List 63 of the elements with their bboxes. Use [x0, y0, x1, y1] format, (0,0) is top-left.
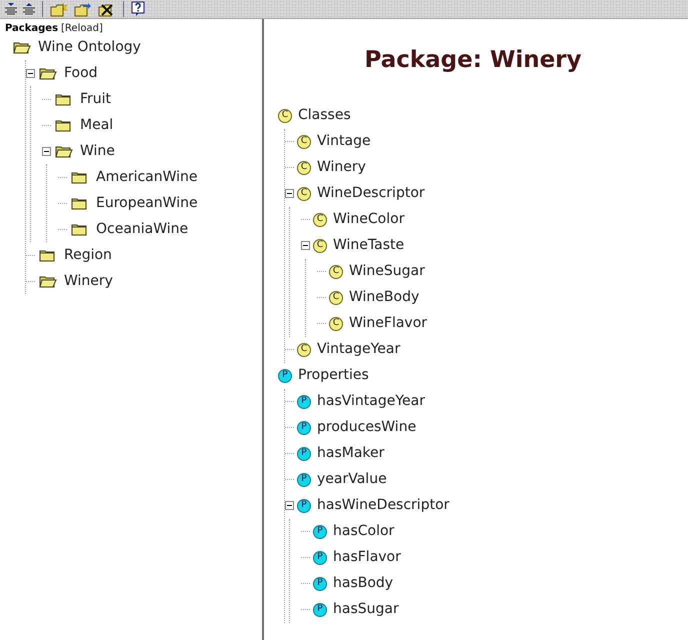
- collapse-all-icon[interactable]: [22, 2, 36, 16]
- class-tree-item[interactable]: VintageYear: [317, 339, 400, 360]
- class-icon: C: [313, 212, 327, 226]
- property-icon: P: [278, 368, 292, 382]
- class-tree-item[interactable]: Winery: [317, 157, 366, 178]
- package-tree-item[interactable]: OceaniaWine: [96, 218, 188, 240]
- class-icon: C: [297, 186, 311, 200]
- class-tree-item[interactable]: WineFlavor: [349, 313, 428, 334]
- property-tree-item[interactable]: hasFlavor: [333, 547, 401, 568]
- package-tree-item[interactable]: AmericanWine: [96, 166, 198, 188]
- property-tree-item[interactable]: hasVintageYear: [317, 391, 425, 412]
- panel-heading: Packages: [5, 22, 58, 36]
- property-tree-item[interactable]: producesWine: [317, 417, 416, 438]
- class-icon: C: [329, 316, 343, 330]
- class-tree-item[interactable]: WineColor: [333, 209, 404, 230]
- property-icon: P: [313, 576, 327, 590]
- package-tree-item[interactable]: Wine Ontology: [38, 36, 141, 58]
- property-icon: P: [297, 420, 311, 434]
- package-tree-item[interactable]: Food: [64, 62, 98, 84]
- property-icon: P: [297, 498, 311, 512]
- class-tree-item[interactable]: WineSugar: [349, 261, 425, 282]
- package-tree-item[interactable]: Fruit: [80, 88, 112, 110]
- property-icon: P: [297, 446, 311, 460]
- collapse-toggle-icon[interactable]: [285, 189, 294, 198]
- property-icon: P: [297, 472, 311, 486]
- class-tree-item[interactable]: WineTaste: [333, 235, 404, 256]
- reload-link[interactable]: [Reload]: [61, 21, 103, 36]
- class-icon: C: [297, 160, 311, 174]
- property-icon: P: [297, 394, 311, 408]
- class-icon: C: [329, 290, 343, 304]
- collapse-toggle-icon[interactable]: [285, 501, 294, 510]
- property-tree-item[interactable]: yearValue: [317, 469, 387, 490]
- collapse-toggle-icon[interactable]: [301, 241, 310, 250]
- class-icon: C: [313, 238, 327, 252]
- class-tree-item[interactable]: Vintage: [317, 131, 371, 152]
- package-tree-item[interactable]: Region: [64, 244, 112, 266]
- class-icon: C: [278, 108, 292, 122]
- property-tree-item[interactable]: Properties: [298, 365, 369, 386]
- package-tree-item[interactable]: Wine: [80, 140, 115, 162]
- collapse-toggle-icon[interactable]: [26, 68, 35, 78]
- property-tree-item[interactable]: hasBody: [333, 573, 394, 594]
- class-icon: C: [329, 264, 343, 278]
- property-tree-item[interactable]: hasSugar: [333, 599, 399, 620]
- property-icon: P: [313, 524, 327, 538]
- package-tree-item[interactable]: Meal: [80, 114, 114, 136]
- class-icon: C: [297, 342, 311, 356]
- property-tree-item[interactable]: hasColor: [333, 521, 394, 542]
- property-icon: P: [313, 602, 327, 616]
- property-tree-item[interactable]: hasMaker: [317, 443, 384, 464]
- collapse-toggle-icon[interactable]: [42, 146, 51, 156]
- move-folder-icon[interactable]: [74, 2, 92, 16]
- package-tree-item[interactable]: EuropeanWine: [96, 192, 198, 214]
- class-tree-item[interactable]: Classes: [298, 105, 351, 126]
- property-icon: P: [313, 550, 327, 564]
- expand-all-icon[interactable]: [4, 2, 18, 16]
- class-tree-item[interactable]: WineBody: [349, 287, 420, 308]
- package-tree-item[interactable]: Winery: [64, 270, 113, 292]
- class-tree-item[interactable]: WineDescriptor: [317, 183, 425, 204]
- help-icon[interactable]: [131, 1, 146, 17]
- package-title: Package: Winery: [364, 46, 582, 75]
- class-icon: C: [297, 134, 311, 148]
- new-folder-icon[interactable]: [50, 2, 68, 16]
- property-tree-item[interactable]: hasWineDescriptor: [317, 495, 450, 516]
